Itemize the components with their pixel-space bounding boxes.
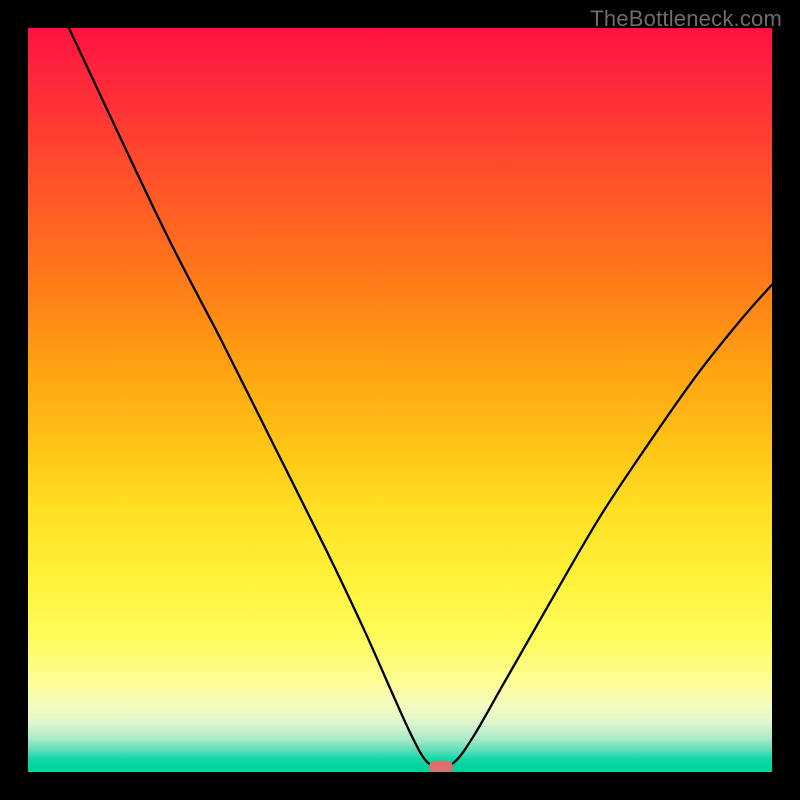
chart-frame: TheBottleneck.com	[0, 0, 800, 800]
plot-area	[28, 28, 772, 772]
curve-svg	[28, 28, 772, 772]
watermark-text: TheBottleneck.com	[590, 6, 782, 32]
bottleneck-curve	[69, 28, 772, 768]
min-marker	[429, 760, 453, 772]
